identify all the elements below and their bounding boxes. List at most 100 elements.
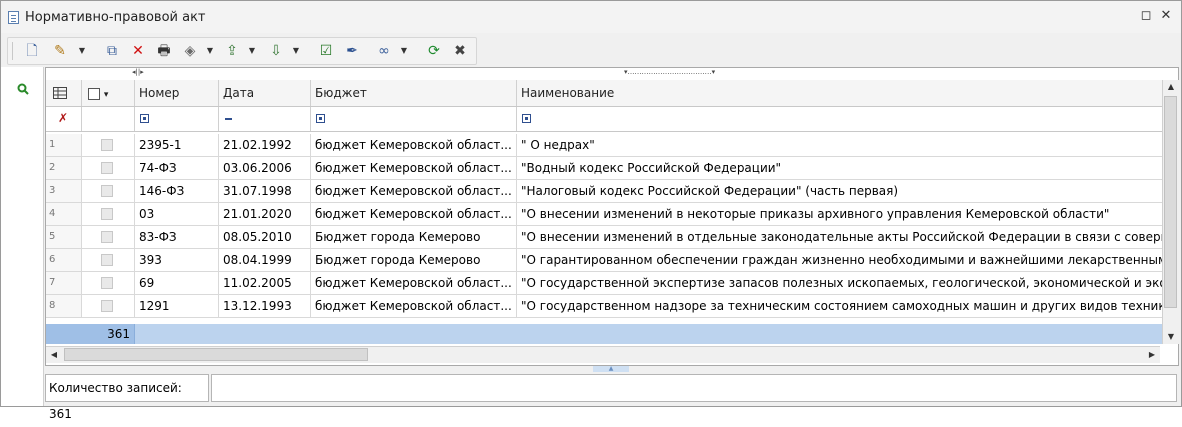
filter-operator-icon[interactable]: [522, 114, 531, 123]
row-select-checkbox[interactable]: [101, 162, 113, 174]
edit-dropdown-chevron-icon[interactable]: ▼: [78, 42, 86, 60]
table-row[interactable]: 1 2395-1 21.02.1992 бюджет Кемеровской обла…: [46, 134, 1162, 157]
vertical-scroll-thumb[interactable]: [1164, 96, 1177, 308]
table-row[interactable]: 8 1291 13.12.1993 бюджет Кемеровской област…: [46, 295, 1162, 318]
scroll-up-icon[interactable]: ▲: [1163, 80, 1179, 94]
row-number: 5: [46, 226, 82, 248]
total-count: 361: [46, 324, 135, 344]
filter-row: ✗: [46, 107, 1162, 132]
row-select-checkbox[interactable]: [101, 254, 113, 266]
highlighter-icon[interactable]: ✒: [342, 41, 362, 61]
toolbar: 🗋 ✎ ▼ ⧉ ✕ 🖶 ◈ ▼ ⇪ ▼ ⇩ ▼ ☑ ✒ ∞ ▼ ⟳ ✖: [7, 37, 477, 65]
grid-body: 1 2395-1 21.02.1992 бюджет Кемеровской обла…: [46, 134, 1162, 324]
cell-budget: Бюджет города Кемерово: [311, 249, 517, 271]
row-number: 1: [46, 134, 82, 156]
horizontal-scrollbar[interactable]: ◀ ▶: [46, 346, 1160, 363]
restore-button[interactable]: ◻: [1139, 9, 1153, 23]
export-dropdown-chevron-icon[interactable]: ▼: [248, 42, 256, 60]
scroll-left-icon[interactable]: ◀: [46, 348, 62, 362]
vertical-scrollbar[interactable]: ▲ ▼: [1162, 80, 1179, 344]
cell-number: 146-ФЗ: [135, 180, 219, 202]
cell-name: " О недрах": [521, 138, 595, 152]
cell-name: "О государственной экспертизе запасов по…: [521, 276, 1162, 290]
check-document-icon[interactable]: ☑: [316, 41, 336, 61]
row-select-checkbox[interactable]: [101, 300, 113, 312]
row-select-checkbox[interactable]: [101, 231, 113, 243]
search-icon[interactable]: [17, 83, 29, 95]
filter-budget[interactable]: [311, 107, 517, 131]
row-checkbox: [82, 203, 135, 225]
splitter-grip-icon[interactable]: ▲: [593, 366, 629, 372]
chevron-down-icon: ▾: [103, 90, 109, 100]
cell-name: "Водный кодекс Российской Федерации": [521, 161, 782, 175]
row-select-checkbox[interactable]: [101, 139, 113, 151]
import-icon[interactable]: ⇩: [266, 41, 286, 61]
edit-document-icon[interactable]: ✎: [50, 41, 70, 61]
eraser-icon[interactable]: ◈: [180, 41, 200, 61]
table-row[interactable]: 6 393 08.04.1999 Бюджет города Кемерово "О г…: [46, 249, 1162, 272]
table-row[interactable]: 2 74-ФЗ 03.06.2006 бюджет Кемеровской облас…: [46, 157, 1162, 180]
cell-budget: бюджет Кемеровской област...: [311, 295, 517, 317]
column-header-number[interactable]: Номер: [135, 80, 219, 106]
export-icon[interactable]: ⇪: [222, 41, 242, 61]
print-icon[interactable]: 🖶: [154, 41, 174, 61]
cell-number: 69: [135, 272, 219, 294]
window-title: Нормативно-правовой акт: [25, 10, 206, 25]
filter-number[interactable]: [135, 107, 219, 131]
link-dropdown-chevron-icon[interactable]: ▼: [400, 42, 408, 60]
cell-name: "О государственном надзоре за технически…: [521, 299, 1162, 313]
main-window: Нормативно-правовой акт ◻ ✕ 🗋 ✎ ▼ ⧉ ✕ 🖶 …: [0, 0, 1182, 421]
new-document-icon[interactable]: 🗋: [22, 41, 42, 61]
table-row[interactable]: 4 03 21.01.2020 бюджет Кемеровской област..…: [46, 203, 1162, 226]
checkbox-icon: [88, 87, 100, 100]
cell-date: 08.04.1999: [219, 249, 311, 271]
row-checkbox: [82, 157, 135, 179]
select-all-checkbox[interactable]: ▾: [82, 80, 135, 106]
cell-budget: Бюджет города Кемерово: [311, 226, 517, 248]
cell-budget: бюджет Кемеровской област...: [311, 272, 517, 294]
column-header-name[interactable]: Наименование: [517, 80, 1162, 106]
panel-splitter[interactable]: ▲: [45, 366, 1177, 372]
total-row: 361: [46, 324, 1162, 344]
row-select-checkbox[interactable]: [101, 185, 113, 197]
row-select-checkbox[interactable]: [101, 208, 113, 220]
scroll-down-icon[interactable]: ▼: [1163, 330, 1179, 344]
copy-icon[interactable]: ⧉: [102, 41, 122, 61]
grid-settings-icon[interactable]: [46, 80, 82, 106]
column-header-date[interactable]: Дата: [219, 80, 311, 106]
row-number: 7: [46, 272, 82, 294]
scroll-right-icon[interactable]: ▶: [1144, 348, 1160, 362]
cell-number: 2395-1: [135, 134, 219, 156]
row-checkbox: [82, 134, 135, 156]
filter-name[interactable]: [517, 107, 1162, 131]
table-row[interactable]: 5 83-ФЗ 08.05.2010 Бюджет города Кемерово "О…: [46, 226, 1162, 249]
horizontal-scroll-thumb[interactable]: [64, 348, 368, 361]
filter-equals-icon[interactable]: [225, 118, 232, 120]
grid-header: ▾ Номер Дата Бюджет Наименование: [46, 80, 1162, 107]
column-header-budget[interactable]: Бюджет: [311, 80, 517, 106]
data-grid: ◂||▸ ▾‥‥‥‥‥‥‥‥‥‥‥‥‥‥‥‥‥‥▾ ▾ Номер Дата Б…: [45, 67, 1179, 366]
delete-icon[interactable]: ✕: [128, 41, 148, 61]
table-row[interactable]: 7 69 11.02.2005 бюджет Кемеровской област..…: [46, 272, 1162, 295]
import-dropdown-chevron-icon[interactable]: ▼: [292, 42, 300, 60]
link-icon[interactable]: ∞: [374, 41, 394, 61]
cell-name: "Налоговый кодекс Российской Федерации" …: [521, 184, 899, 198]
row-checkbox: [82, 226, 135, 248]
settings-tools-icon[interactable]: ✖: [450, 41, 470, 61]
row-select-checkbox[interactable]: [101, 277, 113, 289]
filter-pin-icon[interactable]: ✗: [46, 107, 82, 131]
row-number: 8: [46, 295, 82, 317]
filter-date[interactable]: [219, 107, 311, 131]
eraser-dropdown-chevron-icon[interactable]: ▼: [206, 42, 214, 60]
cell-budget: бюджет Кемеровской област...: [311, 134, 517, 156]
column-resize-icon[interactable]: ◂||▸: [132, 68, 144, 76]
column-move-icon[interactable]: ▾‥‥‥‥‥‥‥‥‥‥‥‥‥‥‥‥‥‥▾: [624, 68, 715, 76]
filter-check[interactable]: [82, 107, 135, 131]
filter-operator-icon[interactable]: [316, 114, 325, 123]
filter-operator-icon[interactable]: [140, 114, 149, 123]
close-button[interactable]: ✕: [1159, 9, 1173, 23]
refresh-icon[interactable]: ⟳: [424, 41, 444, 61]
table-row[interactable]: 3 146-ФЗ 31.07.1998 бюджет Кемеровской обла…: [46, 180, 1162, 203]
row-number: 3: [46, 180, 82, 202]
cell-date: 08.05.2010: [219, 226, 311, 248]
